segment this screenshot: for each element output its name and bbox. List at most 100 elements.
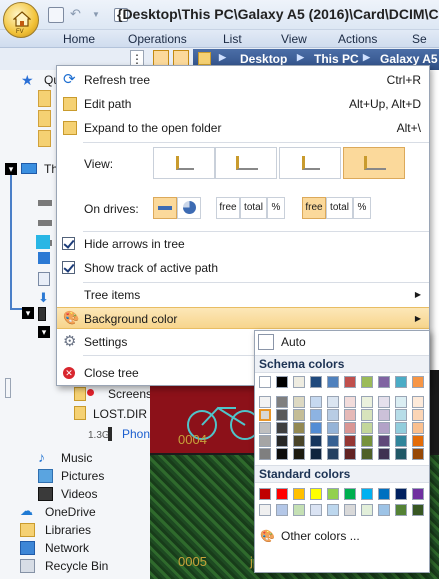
schema-color-swatch[interactable] — [276, 435, 288, 447]
schema-color-swatch[interactable] — [412, 396, 424, 408]
expand-icon[interactable]: ▾ — [38, 326, 50, 338]
schema-color-swatch[interactable] — [361, 435, 373, 447]
standard-color-swatch[interactable] — [259, 504, 271, 516]
standard-color-swatch[interactable] — [395, 504, 407, 516]
schema-color-swatch[interactable] — [310, 376, 322, 388]
schema-color-swatch[interactable] — [293, 396, 305, 408]
view-option-4-button[interactable] — [343, 147, 405, 179]
schema-color-swatch[interactable] — [327, 409, 339, 421]
schema-color-swatch[interactable] — [395, 435, 407, 447]
schema-color-swatch[interactable] — [361, 422, 373, 434]
schema-color-swatch[interactable] — [378, 448, 390, 460]
schema-color-swatch[interactable] — [378, 435, 390, 447]
schema-color-swatch[interactable] — [344, 435, 356, 447]
schema-color-swatch[interactable] — [412, 422, 424, 434]
schema-color-swatch[interactable] — [361, 376, 373, 388]
schema-color-swatch[interactable] — [293, 376, 305, 388]
schema-color-swatch[interactable] — [344, 376, 356, 388]
menu-actions[interactable]: Actions — [338, 32, 377, 46]
menu-item-edit-path[interactable]: Edit path Alt+Up, Alt+D — [57, 93, 429, 115]
standard-color-swatch[interactable] — [276, 504, 288, 516]
schema-color-swatch[interactable] — [293, 422, 305, 434]
schema-color-swatch[interactable] — [344, 422, 356, 434]
drive-free-option[interactable]: free — [216, 197, 240, 219]
tree-item-videos[interactable]: Videos — [0, 485, 150, 503]
schema-color-swatch[interactable] — [276, 409, 288, 421]
standard-color-swatch[interactable] — [276, 488, 288, 500]
tree-item-network[interactable]: Network — [0, 539, 150, 557]
schema-color-swatch[interactable] — [361, 409, 373, 421]
menu-item-show-track[interactable]: Show track of active path — [57, 257, 429, 279]
schema-color-swatch[interactable] — [412, 409, 424, 421]
standard-color-swatch[interactable] — [310, 504, 322, 516]
menu-list[interactable]: List — [223, 32, 242, 46]
schema-color-swatch[interactable] — [412, 435, 424, 447]
standard-color-swatch[interactable] — [412, 488, 424, 500]
expand-icon[interactable]: ▾ — [22, 307, 34, 319]
standard-color-swatch[interactable] — [310, 488, 322, 500]
schema-color-swatch[interactable] — [327, 448, 339, 460]
standard-color-swatch[interactable] — [327, 488, 339, 500]
tree-item-label[interactable]: LOST.DIR — [93, 407, 147, 421]
schema-color-swatch[interactable] — [310, 435, 322, 447]
drive-percent-option[interactable]: % — [267, 197, 285, 219]
schema-color-swatch[interactable] — [378, 422, 390, 434]
menu-item-tree-items[interactable]: Tree items ▶ — [57, 284, 429, 306]
breadcrumb-device[interactable]: Galaxy A5 — [380, 52, 438, 66]
standard-color-swatch[interactable] — [327, 504, 339, 516]
other-colors-option[interactable]: Other colors ... — [281, 529, 360, 543]
schema-color-swatch[interactable] — [310, 409, 322, 421]
tree-item-pictures[interactable]: Pictures — [0, 467, 150, 485]
schema-color-swatch[interactable] — [259, 422, 271, 434]
standard-color-swatch[interactable] — [259, 488, 271, 500]
schema-color-swatch[interactable] — [378, 376, 390, 388]
standard-color-swatch[interactable] — [412, 504, 424, 516]
standard-color-swatch[interactable] — [395, 488, 407, 500]
tree-item-label[interactable]: Screens — [108, 387, 152, 401]
standard-color-swatch[interactable] — [293, 504, 305, 516]
schema-color-swatch[interactable] — [276, 396, 288, 408]
tree-item-onedrive[interactable]: ☁ OneDrive — [0, 503, 150, 521]
schema-color-swatch[interactable] — [327, 435, 339, 447]
schema-color-swatch[interactable] — [395, 409, 407, 421]
view-option-2-button[interactable] — [215, 147, 277, 179]
scroll-handle[interactable] — [5, 378, 11, 398]
schema-color-swatch[interactable] — [259, 409, 271, 421]
schema-color-swatch[interactable] — [412, 376, 424, 388]
schema-color-swatch[interactable] — [259, 435, 271, 447]
view-option-3-button[interactable] — [279, 147, 341, 179]
checkbox-checked-icon[interactable] — [62, 237, 75, 250]
schema-color-swatch[interactable] — [276, 376, 288, 388]
tree-item-label[interactable]: Phon — [122, 427, 150, 441]
menu-operations[interactable]: Operations — [128, 32, 187, 46]
schema-color-swatch[interactable] — [395, 448, 407, 460]
drive-pie-option[interactable] — [177, 197, 201, 219]
menu-item-expand-to-open-folder[interactable]: Expand to the open folder Alt+\ — [57, 117, 429, 139]
schema-color-swatch[interactable] — [412, 448, 424, 460]
menu-item-background-color[interactable]: 🎨 Background color ▶ — [57, 307, 429, 329]
breadcrumb-this-pc[interactable]: This PC — [314, 52, 359, 66]
standard-color-swatch[interactable] — [344, 504, 356, 516]
standard-color-swatch[interactable] — [293, 488, 305, 500]
schema-color-swatch[interactable] — [344, 409, 356, 421]
schema-color-swatch[interactable] — [395, 422, 407, 434]
drive-bar-option[interactable] — [153, 197, 177, 219]
schema-color-swatch[interactable] — [395, 376, 407, 388]
tree-item-libraries[interactable]: Libraries — [0, 521, 150, 539]
drive-free-option-selected[interactable]: free — [302, 197, 326, 219]
panel-icon[interactable] — [48, 7, 64, 23]
schema-color-swatch[interactable] — [293, 448, 305, 460]
drive-total-option[interactable]: total — [326, 197, 353, 219]
breadcrumb-desktop[interactable]: Desktop — [240, 52, 287, 66]
view-option-1-button[interactable] — [153, 147, 215, 179]
schema-color-swatch[interactable] — [395, 396, 407, 408]
schema-color-swatch[interactable] — [327, 396, 339, 408]
app-logo-button[interactable]: FV — [3, 2, 39, 38]
auto-color-swatch[interactable] — [258, 334, 274, 350]
schema-color-swatch[interactable] — [378, 396, 390, 408]
schema-color-swatch[interactable] — [344, 396, 356, 408]
standard-color-swatch[interactable] — [378, 504, 390, 516]
schema-color-swatch[interactable] — [293, 409, 305, 421]
checkbox-checked-icon[interactable] — [62, 261, 75, 274]
menu-item-refresh-tree[interactable]: ⟳ Refresh tree Ctrl+R — [57, 69, 429, 91]
